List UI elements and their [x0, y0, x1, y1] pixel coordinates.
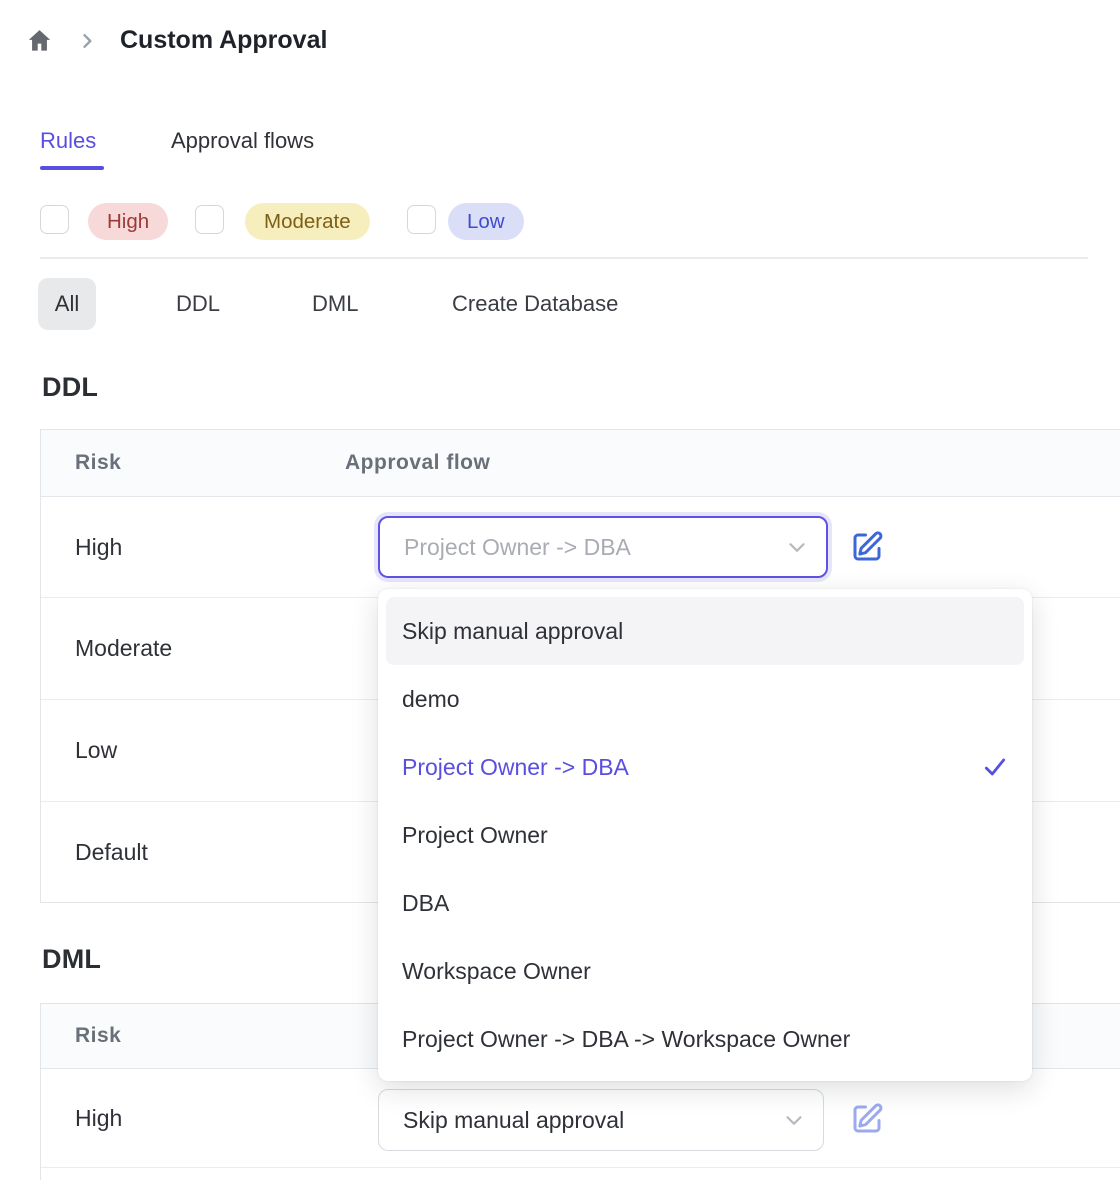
dropdown-item-label: Project Owner -> DBA — [402, 754, 629, 781]
column-header-risk: Risk — [41, 451, 345, 475]
ddl-table-header: Risk Approval flow — [41, 430, 1120, 497]
approval-flow-select-dml-high[interactable]: Skip manual approval — [378, 1089, 824, 1151]
category-tab-ddl[interactable]: DDL — [176, 291, 220, 317]
custom-approval-page: Custom Approval Rules Approval flows Hig… — [0, 0, 1120, 1180]
chevron-down-icon — [784, 534, 810, 560]
select-value: Skip manual approval — [403, 1107, 624, 1134]
breadcrumb-chevron-icon — [77, 30, 97, 52]
select-value: Project Owner -> DBA — [404, 534, 631, 561]
dropdown-item-project-owner[interactable]: Project Owner — [386, 801, 1024, 869]
badge-low[interactable]: Low — [448, 203, 524, 240]
check-icon — [982, 754, 1008, 780]
badge-high[interactable]: High — [88, 203, 168, 240]
table-row-partial — [41, 1167, 1120, 1180]
checkbox-low[interactable] — [407, 205, 436, 234]
column-header-risk: Risk — [41, 1024, 345, 1048]
filter-divider — [40, 257, 1088, 259]
breadcrumb-home-button[interactable] — [26, 27, 53, 54]
tab-approval-flows[interactable]: Approval flows — [171, 128, 314, 154]
edit-pencil-icon — [849, 552, 885, 569]
dropdown-item-workspace-owner[interactable]: Workspace Owner — [386, 937, 1024, 1005]
section-heading-ddl: DDL — [42, 372, 98, 403]
checkbox-high[interactable] — [40, 205, 69, 234]
dropdown-item-project-owner-dba-workspace-owner[interactable]: Project Owner -> DBA -> Workspace Owner — [386, 1005, 1024, 1073]
risk-cell: Moderate — [41, 635, 172, 662]
tab-rules[interactable]: Rules — [40, 128, 96, 154]
dropdown-item-demo[interactable]: demo — [386, 665, 1024, 733]
approval-flow-select-ddl-high[interactable]: Project Owner -> DBA — [378, 516, 828, 578]
checkbox-moderate[interactable] — [195, 205, 224, 234]
edit-approval-flow-button-ddl-high[interactable] — [849, 529, 885, 565]
approval-flow-dropdown-menu: Skip manual approval demo Project Owner … — [378, 589, 1032, 1081]
dropdown-item-skip-manual-approval[interactable]: Skip manual approval — [386, 597, 1024, 665]
badge-moderate[interactable]: Moderate — [245, 203, 370, 240]
category-tab-create-database[interactable]: Create Database — [452, 291, 618, 317]
risk-cell: Low — [41, 737, 117, 764]
column-header-approval-flow: Approval flow — [345, 451, 490, 475]
section-heading-dml: DML — [42, 944, 101, 975]
risk-cell: Default — [41, 839, 148, 866]
category-tab-dml[interactable]: DML — [312, 291, 358, 317]
risk-cell: High — [41, 534, 122, 561]
active-tab-underline — [40, 166, 104, 170]
risk-cell: High — [41, 1105, 122, 1132]
dropdown-item-dba[interactable]: DBA — [386, 869, 1024, 937]
page-title: Custom Approval — [120, 26, 327, 55]
edit-approval-flow-button-dml-high[interactable] — [849, 1101, 885, 1137]
category-tab-all[interactable]: All — [38, 278, 96, 330]
dropdown-item-project-owner-dba[interactable]: Project Owner -> DBA — [386, 733, 1024, 801]
chevron-down-icon — [781, 1107, 807, 1133]
home-icon — [26, 41, 53, 58]
edit-pencil-icon — [849, 1124, 885, 1141]
